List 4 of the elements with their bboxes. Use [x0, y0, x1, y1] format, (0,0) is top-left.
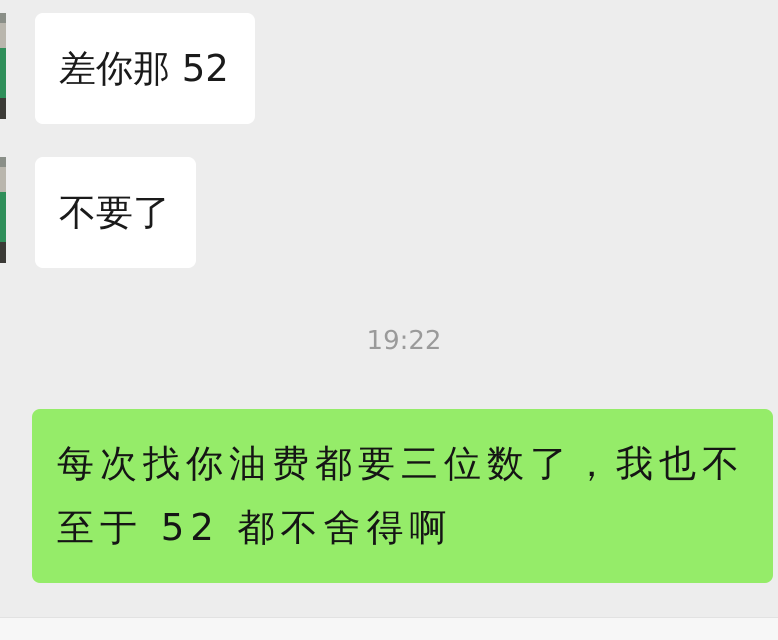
timestamp: 19:22: [366, 326, 442, 356]
message-bubble: 每次找你油费都要三位数了，我也不至于 52 都不舍得啊: [32, 409, 773, 583]
message-bubble: 不要了: [35, 157, 196, 268]
message-bubble: 差你那 52: [35, 13, 255, 124]
